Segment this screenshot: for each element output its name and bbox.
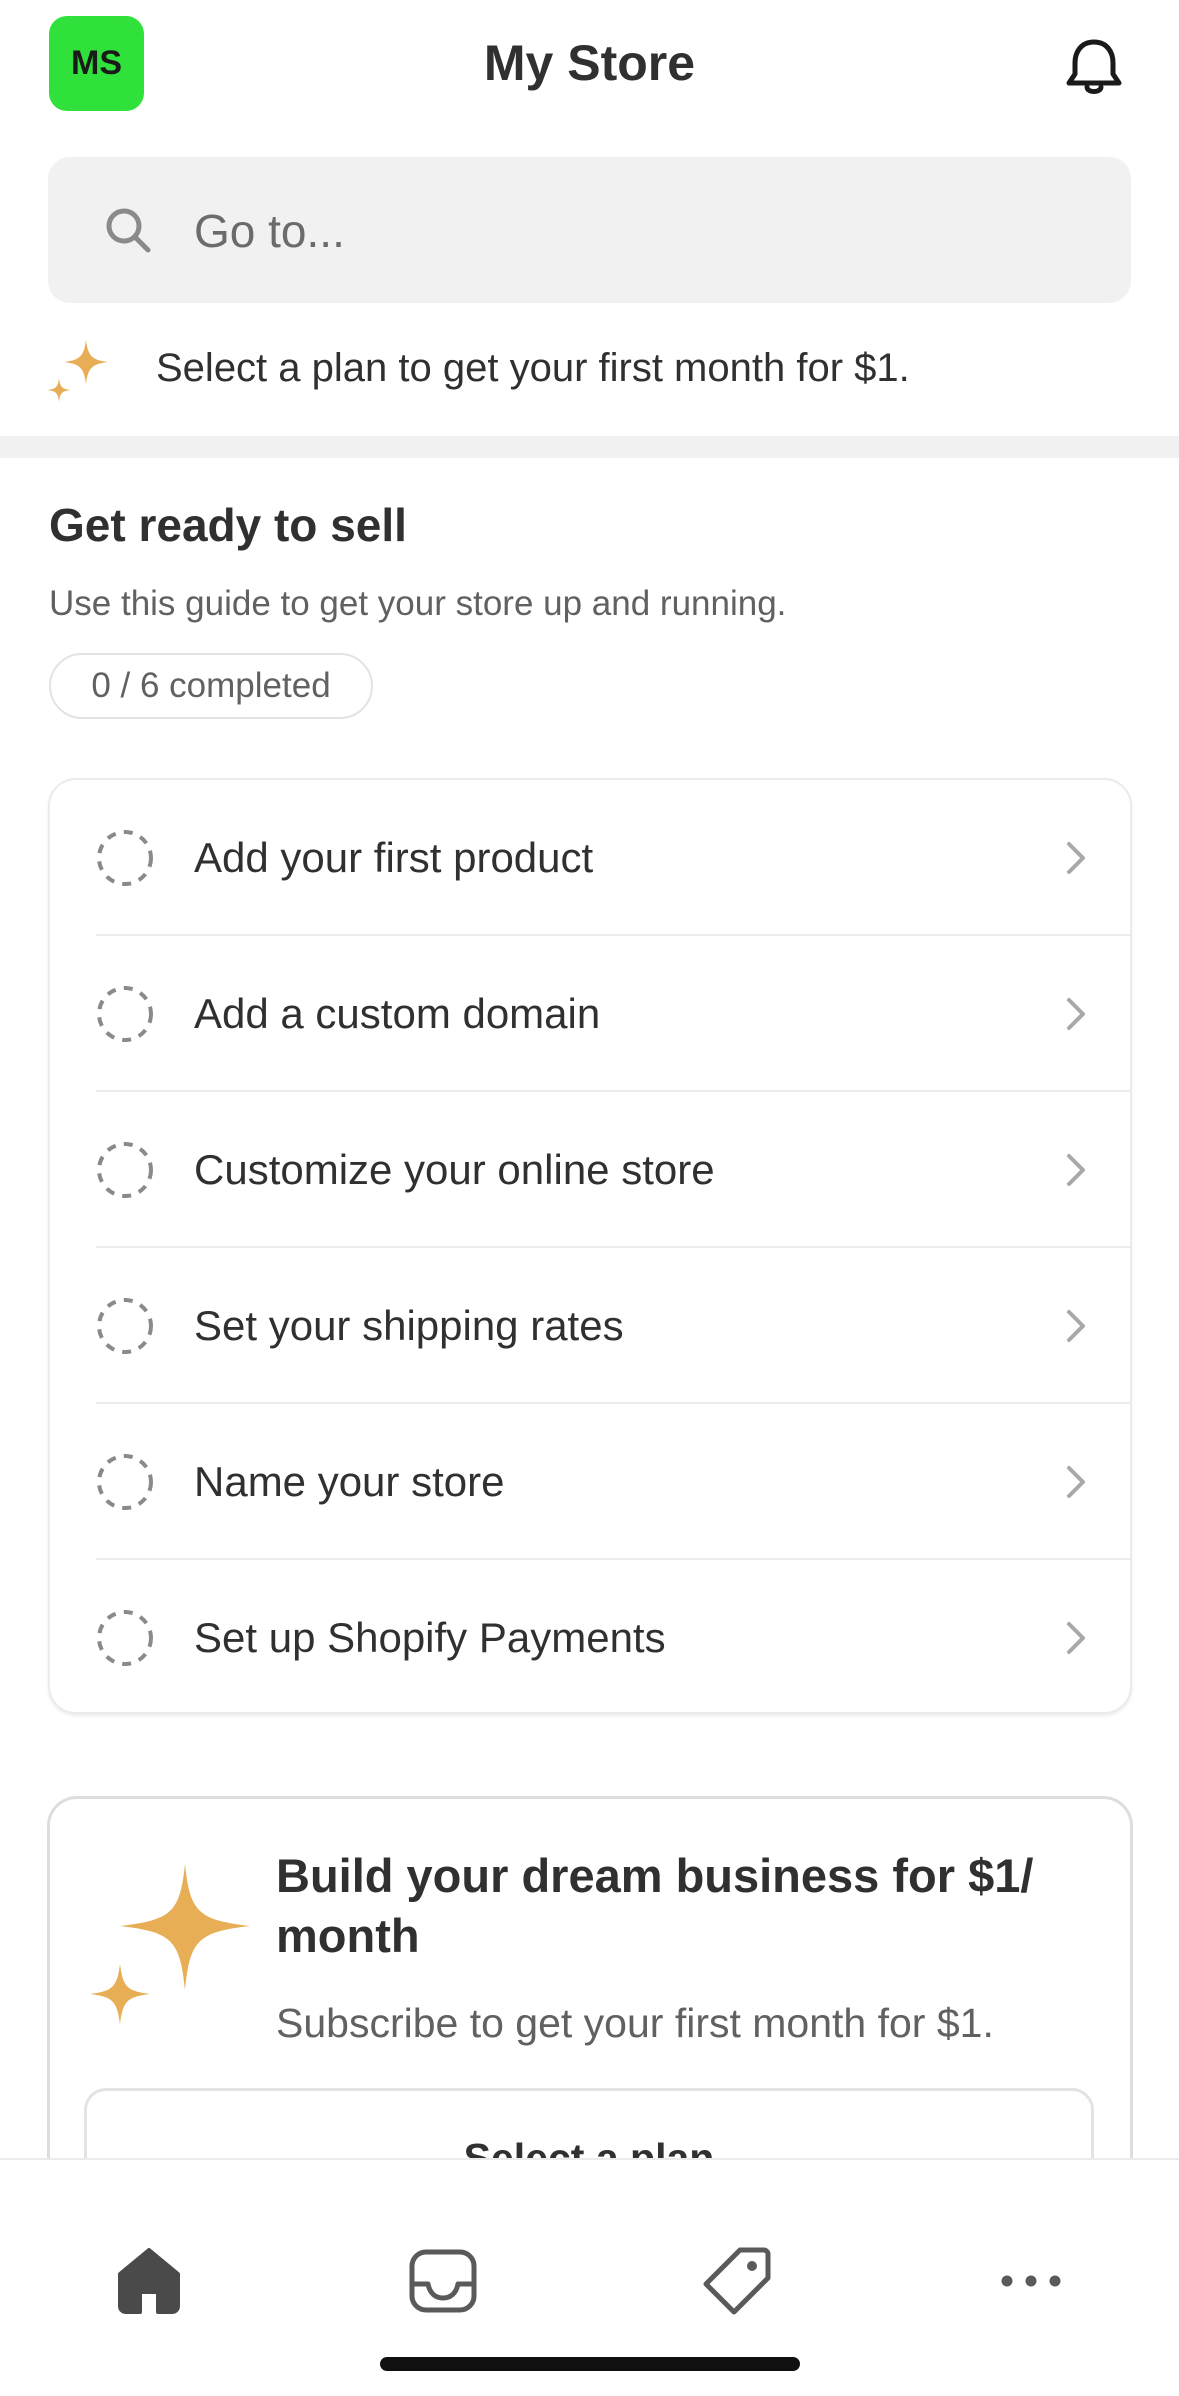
progress-text: 0 / 6 completed	[91, 666, 331, 705]
dashed-circle-icon	[97, 1298, 153, 1354]
chevron-right-icon	[1067, 998, 1085, 1030]
chevron-right-icon	[1067, 1310, 1085, 1342]
inbox-icon[interactable]	[406, 2244, 480, 2318]
chevron-right-icon	[1067, 842, 1085, 874]
chevron-right-icon	[1067, 1622, 1085, 1654]
bell-icon[interactable]	[1059, 36, 1129, 100]
home-indicator	[380, 2357, 800, 2371]
page-title: My Store	[483, 35, 696, 91]
app-header: MS My Store	[0, 0, 1179, 140]
search-icon	[106, 208, 151, 253]
setup-guide-title: Get ready to sell	[49, 499, 407, 551]
task-label: Set your shipping rates	[194, 1302, 624, 1349]
sparkle-icon	[47, 340, 108, 402]
dashed-circle-icon	[97, 830, 153, 886]
home-screen: MS My Store Select a plan to get your fi…	[0, 0, 1179, 2396]
task-name-store[interactable]: Name your store	[50, 1404, 1130, 1560]
task-label: Add your first product	[194, 834, 594, 881]
task-add-custom-domain[interactable]: Add a custom domain	[50, 936, 1130, 1092]
section-divider	[0, 436, 1179, 458]
task-label: Name your store	[194, 1458, 505, 1505]
home-icon[interactable]	[112, 2244, 186, 2318]
task-label: Set up Shopify Payments	[194, 1614, 666, 1661]
chevron-right-icon	[1067, 1466, 1085, 1498]
task-label: Add a custom domain	[194, 990, 601, 1037]
task-add-first-product[interactable]: Add your first product	[50, 780, 1130, 936]
upsell-title: Build your dream business for $1/ month	[276, 1849, 1034, 1962]
progress-badge: 0 / 6 completed	[49, 653, 373, 719]
task-customize-online-store[interactable]: Customize your online store	[50, 1092, 1130, 1248]
task-set-shipping-rates[interactable]: Set your shipping rates	[50, 1248, 1130, 1404]
search-input[interactable]	[194, 196, 1094, 266]
setup-guide-subtitle: Use this guide to get your store up and …	[49, 584, 787, 623]
chevron-right-icon	[1067, 1154, 1085, 1186]
sparkle-icon	[90, 1864, 250, 2024]
dashed-circle-icon	[97, 1454, 153, 1510]
task-label: Customize your online store	[194, 1146, 715, 1193]
more-icon[interactable]	[994, 2244, 1068, 2318]
upsell-subtitle: Subscribe to get your first month for $1…	[276, 2000, 994, 2046]
tag-icon[interactable]	[700, 2244, 774, 2318]
setup-task-list: Add your first product Add a custom doma…	[48, 778, 1132, 1714]
dashed-circle-icon	[97, 1142, 153, 1198]
dashed-circle-icon	[97, 986, 153, 1042]
task-setup-shopify-payments[interactable]: Set up Shopify Payments	[50, 1560, 1130, 1712]
dashed-circle-icon	[97, 1610, 153, 1666]
promo-text: Select a plan to get your first month fo…	[156, 346, 910, 390]
